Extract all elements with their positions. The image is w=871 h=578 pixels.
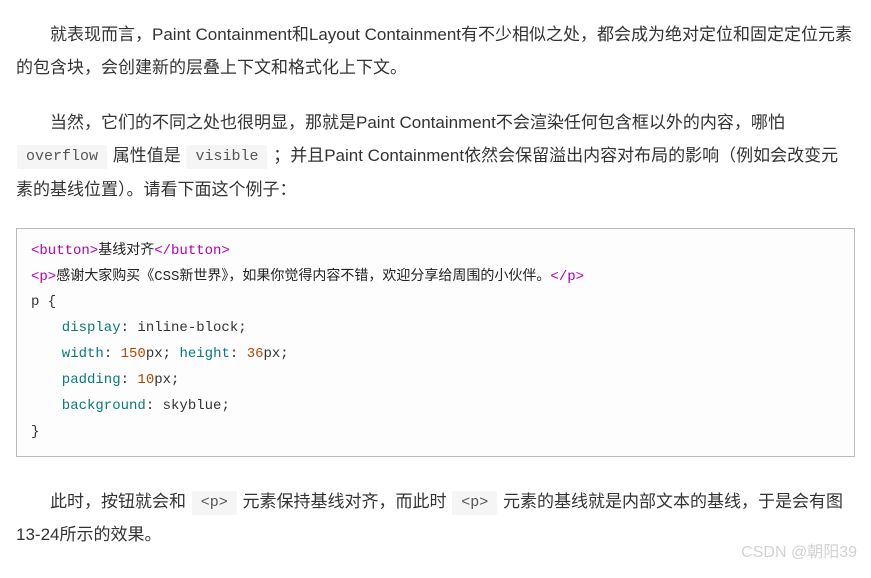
inline-code-visible: visible [186,145,267,169]
code-block: <button>基线对齐</button> <p>感谢大家购买《CSS新世界》，… [16,228,855,457]
css-prop-height: height [171,346,230,362]
css-prop-padding: padding [62,372,121,388]
code-tag-open-p: <p> [31,269,56,285]
paragraph-1-text: 就表现而言，Paint Containment和Layout Containme… [16,25,852,77]
css-prop-background: background [62,398,146,414]
paragraph-2-a: 当然，它们的不同之处也很明显，那就是Paint Containment不会渲染任… [50,113,785,132]
inline-code-p-2: <p> [452,491,497,515]
css-prop-width: width [62,346,104,362]
code-text-2: 感谢大家购买《CSS新世界》，如果你觉得内容不错，欢迎分享给周围的小伙伴。 [56,269,550,285]
inline-code-overflow: overflow [17,145,107,169]
paragraph-3: 此时，按钮就会和 <p> 元素保持基线对齐，而此时 <p> 元素的基线就是内部文… [16,485,855,551]
paragraph-2-b: 属性值是 [108,146,185,165]
css-num-150: 150 [121,346,146,362]
paragraph-3-a: 此时，按钮就会和 [50,492,191,511]
inline-code-p-1: <p> [192,491,237,515]
css-brace-close: } [31,424,39,440]
css-selector: p { [31,294,56,310]
code-tag-close: </button> [154,243,230,259]
code-text-1: 基线对齐 [98,243,154,259]
css-num-36: 36 [247,346,264,362]
css-val-skyblue: skyblue [163,398,222,414]
paragraph-1: 就表现而言，Paint Containment和Layout Containme… [16,18,855,84]
css-num-10: 10 [137,372,154,388]
css-prop-display: display [62,320,121,336]
paragraph-2: 当然，它们的不同之处也很明显，那就是Paint Containment不会渲染任… [16,106,855,205]
paragraph-3-b: 元素保持基线对齐，而此时 [238,492,451,511]
code-tag-open: <button> [31,243,98,259]
css-val-inlineblock: inline-block [137,320,238,336]
code-tag-close-p: </p> [550,269,584,285]
